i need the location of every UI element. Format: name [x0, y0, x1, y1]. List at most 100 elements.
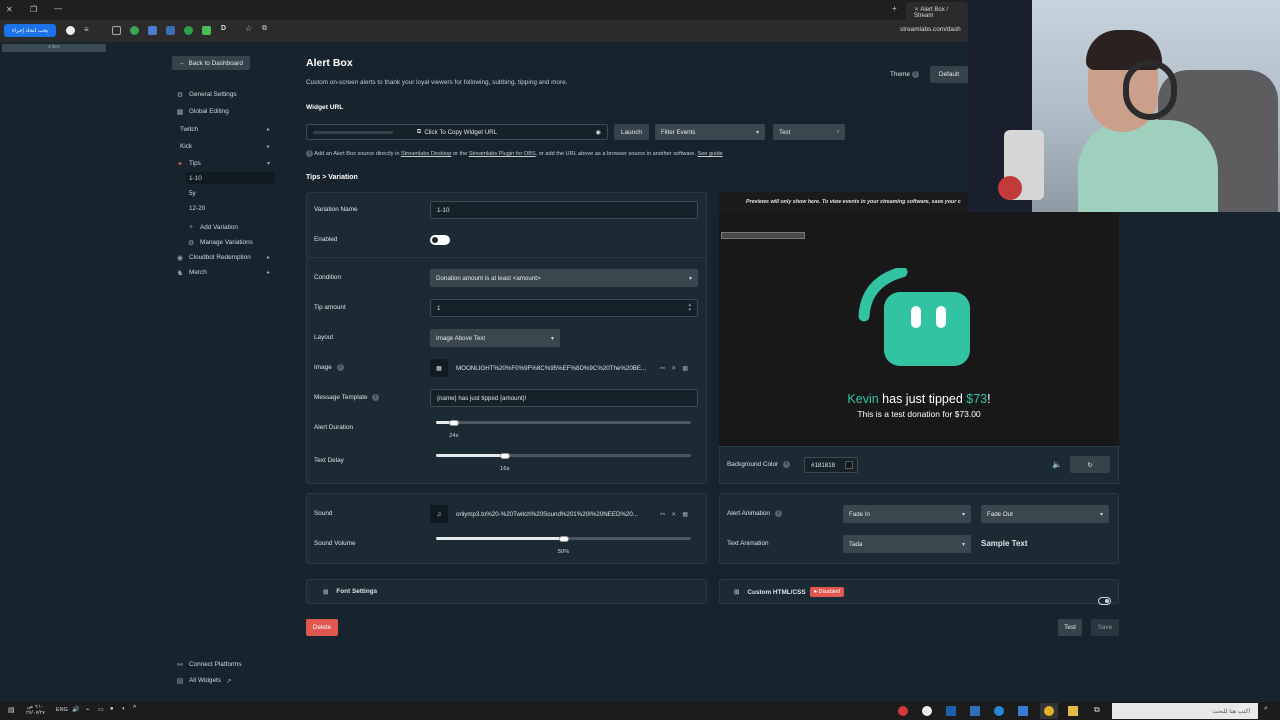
sidebar-variation-12-20[interactable]: 12-20 — [189, 204, 269, 213]
menu-icon[interactable]: ≡ — [84, 25, 89, 34]
sidebar-variation-5y[interactable]: 5y — [189, 189, 269, 198]
theme-select[interactable]: Default — [930, 66, 968, 83]
condition-select[interactable]: Donation amount is at least <amount> ▾ — [430, 269, 698, 287]
back-to-dashboard-button[interactable]: ← Back to Dashboard — [172, 56, 250, 70]
app-icon-steam[interactable] — [946, 706, 956, 716]
filter-events-select[interactable]: Filter Events ▾ — [655, 124, 765, 140]
app-icon-edge[interactable] — [994, 706, 1004, 716]
delete-button[interactable]: Delete — [306, 619, 338, 636]
taskbar-clock[interactable]: ٦:١٠ ص ٢٧/٠٧/٢٧ — [26, 704, 45, 716]
search-icon[interactable]: ⌕ — [1264, 705, 1268, 713]
sidebar-item-merch[interactable]: ♞ Merch ▸ — [176, 268, 270, 277]
custom-html-css-header[interactable]: ⊞ Custom HTML/CSS ● Disabled — [734, 587, 845, 597]
alert-duration-slider[interactable] — [436, 421, 691, 424]
sidebar-item-global-editing[interactable]: ▦ Global Editing — [176, 107, 270, 116]
link-icon[interactable]: ⚯ — [660, 511, 665, 518]
remove-icon[interactable]: ✕ — [671, 365, 676, 372]
alert-animation-in-select[interactable]: Fade In ▾ — [843, 505, 971, 523]
new-tab-icon[interactable]: + — [892, 4, 897, 13]
streamlabs-desktop-link[interactable]: Streamlabs Desktop — [401, 151, 451, 157]
mic-icon[interactable]: ● — [110, 706, 114, 712]
restore-icon[interactable]: ❐ — [30, 5, 37, 14]
music-note-icon[interactable]: ♫ — [430, 505, 448, 523]
battery-icon[interactable]: ▭ — [98, 706, 104, 713]
add-variation-button[interactable]: + Add Variation — [187, 223, 269, 232]
tray-expand-icon[interactable]: ^ — [133, 705, 136, 712]
app-icon-explorer[interactable] — [1068, 706, 1078, 716]
app-icon-red[interactable] — [898, 706, 908, 716]
profile-icon[interactable] — [66, 26, 75, 35]
extension-icon-3[interactable] — [148, 26, 157, 35]
color-swatch[interactable] — [845, 461, 853, 469]
link-icon[interactable]: ⚯ — [660, 365, 665, 372]
extension-icon-5[interactable] — [184, 26, 193, 35]
app-icon-chrome[interactable] — [1044, 706, 1054, 716]
number-stepper-icon[interactable]: ▴ ▾ — [688, 303, 691, 313]
notification-icon[interactable]: ▤ — [8, 706, 15, 714]
launch-button[interactable]: Launch — [614, 124, 649, 140]
background-color-input[interactable]: #181818 — [804, 457, 858, 473]
bookmark-item[interactable]: 3 files — [2, 44, 106, 52]
extension-icon-1[interactable] — [112, 26, 121, 35]
app-icon-blue[interactable] — [970, 706, 980, 716]
save-button[interactable]: Save — [1091, 619, 1119, 636]
tip-amount-input[interactable]: 1 ▴ ▾ — [430, 299, 698, 317]
manage-variations-button[interactable]: ⚙ Manage Variations — [187, 238, 269, 247]
close-window-icon[interactable]: ✕ — [6, 5, 13, 14]
sidebar-item-tips[interactable]: ✦ Tips ▾ — [176, 159, 270, 168]
sidebar-variation-1-10[interactable]: 1-10 — [186, 172, 274, 184]
app-icon-settings[interactable] — [922, 706, 932, 716]
test-dropdown-button[interactable]: Test › — [773, 124, 845, 140]
sidebar-item-general-settings[interactable]: ⚙ General Settings — [176, 90, 270, 99]
minimize-icon[interactable]: — — [54, 4, 62, 13]
bookmark-star-icon[interactable]: ☆ — [245, 24, 252, 33]
layout-select[interactable]: Image Above Text ▾ — [430, 329, 560, 347]
eye-icon[interactable]: ◉ — [596, 129, 601, 136]
widgets-icon: ▤ — [176, 677, 184, 685]
extension-action-badge[interactable]: یجب اتخاذ إجراء — [4, 24, 56, 37]
taskbar-search[interactable]: اكتب هنا للبحث — [1112, 703, 1258, 719]
connect-platforms-link[interactable]: ⚯ Connect Platforms — [176, 660, 270, 669]
text-delay-thumb[interactable] — [499, 453, 510, 459]
variation-name-input[interactable]: 1-10 — [430, 201, 698, 219]
enabled-toggle[interactable] — [430, 235, 450, 245]
network-icon[interactable]: ⌁ — [86, 706, 90, 713]
app-icon-store[interactable] — [1018, 706, 1028, 716]
all-widgets-label: All Widgets — [189, 677, 221, 684]
text-animation-select[interactable]: Tada ▾ — [843, 535, 971, 553]
task-view-icon[interactable]: ⧉ — [1094, 705, 1100, 715]
extension-icon-4[interactable] — [166, 26, 175, 35]
extension-icon-2[interactable] — [130, 26, 139, 35]
all-widgets-link[interactable]: ▤ All Widgets ↗ — [176, 676, 270, 685]
message-template-input[interactable]: {name} has just tipped {amount}! — [430, 389, 698, 407]
custom-html-css-toggle[interactable] — [1098, 597, 1111, 605]
chevron-down-icon: ▾ — [266, 161, 270, 167]
alert-duration-thumb[interactable] — [448, 420, 459, 426]
sidebar-item-cloudbot-redemption[interactable]: ◉ Cloudbot Redemption ▸ — [176, 253, 270, 262]
sidebar-item-twitch[interactable]: Twitch ▸ — [180, 125, 270, 134]
replay-button[interactable]: ↻ — [1070, 456, 1110, 473]
obs-plugin-link[interactable]: Streamlabs Plugin for OBS — [469, 151, 536, 157]
share-icon[interactable]: ⧉ — [262, 25, 267, 33]
gallery-icon[interactable]: ▦ — [682, 511, 688, 518]
remove-icon[interactable]: ✕ — [671, 511, 676, 518]
see-guide-link[interactable]: See guide — [697, 151, 722, 157]
volume-icon[interactable]: 🔊 — [72, 706, 79, 713]
sound-volume-thumb[interactable] — [558, 536, 569, 542]
text-animation-value: Tada — [849, 540, 863, 548]
tab-alert-box[interactable]: ✕ Alert Box / Stream — [906, 2, 968, 20]
font-settings-section[interactable]: ⊞ Font Settings — [306, 579, 707, 604]
taskbar-language[interactable]: ENG — [56, 707, 68, 713]
speaker-icon[interactable]: 🔈 — [1052, 460, 1062, 469]
link-icon: ⚯ — [177, 661, 183, 669]
test-button[interactable]: Test — [1058, 619, 1082, 636]
alert-animation-out-select[interactable]: Fade Out ▾ — [981, 505, 1109, 523]
tray-icon[interactable]: ◐ — [122, 706, 126, 712]
widget-url-field[interactable]: ⧉ Click To Copy Widget URL ◉ — [306, 124, 608, 140]
gallery-icon[interactable]: ▦ — [682, 365, 688, 372]
sidebar-item-kick[interactable]: Kick ▸ — [180, 142, 270, 151]
address-bar-url[interactable]: streamlabs.com/dash — [900, 26, 961, 33]
extension-icon-6[interactable] — [202, 26, 211, 35]
image-file-icon[interactable]: ▦ — [430, 359, 448, 377]
extension-d-icon[interactable]: D — [221, 25, 226, 32]
